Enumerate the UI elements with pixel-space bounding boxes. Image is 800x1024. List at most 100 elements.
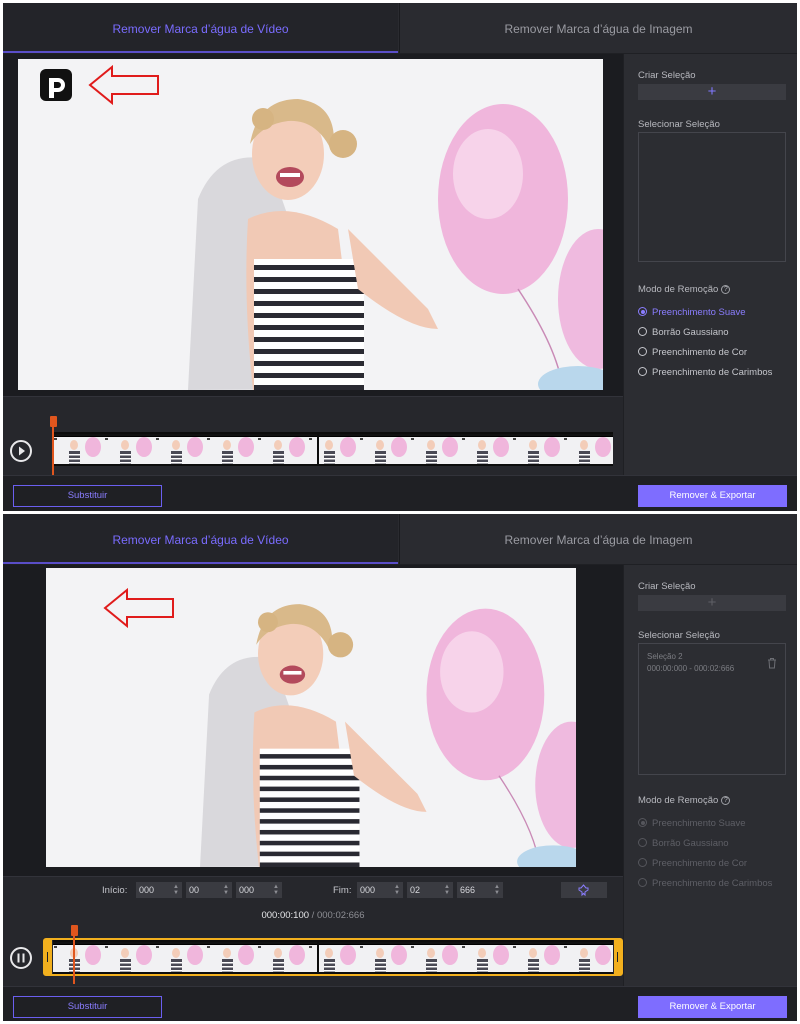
video-frame[interactable]	[18, 59, 603, 390]
playhead-handle[interactable]	[50, 416, 57, 427]
plus-icon: +	[707, 594, 717, 611]
editor-window-before: Remover Marca d’água de Vídeo Remover Ma…	[3, 3, 797, 511]
removal-mode-label: Modo de Remoção?	[638, 284, 731, 295]
timeline-frame	[155, 436, 207, 464]
bottom-bar: Substituir Remover & Exportar	[3, 475, 797, 511]
mode-smooth-fill[interactable]: Preenchimento Suave	[638, 817, 745, 831]
range-start-handle[interactable]	[44, 940, 52, 974]
timeline-frame	[563, 944, 613, 972]
timeline-frame	[512, 944, 564, 972]
mode-stamp-fill[interactable]: Preenchimento de Carimbos	[638, 877, 772, 891]
video-preview	[3, 54, 623, 396]
timeline-frame	[359, 436, 411, 464]
filmstrip-divider	[317, 942, 319, 972]
mode-stamp-fill[interactable]: Preenchimento de Carimbos	[638, 366, 772, 380]
help-icon[interactable]: ?	[721, 285, 731, 294]
timeline-frame	[104, 944, 156, 972]
tab-image-watermark[interactable]: Remover Marca d’água de Imagem	[399, 3, 797, 53]
selection-list[interactable]	[638, 132, 786, 262]
timeline-frame	[512, 436, 564, 464]
end-seconds-input[interactable]: 02 ▲ ▼	[407, 882, 453, 898]
start-label: Início:	[102, 885, 128, 896]
range-end-handle[interactable]	[614, 940, 622, 974]
create-selection-label: Criar Seleção	[638, 581, 696, 592]
pause-button[interactable]	[10, 947, 32, 969]
timeline-frame	[461, 944, 513, 972]
time-range-controls: Início: 000 ▲ ▼ 00 ▲ ▼ 000 ▲ ▼ Fim: 000 ▲ ▼ 02 ▲ ▼…	[3, 876, 623, 904]
end-hours-input[interactable]: 000 ▲ ▼	[357, 882, 403, 898]
mode-color-fill[interactable]: Preenchimento de Cor	[638, 346, 747, 360]
selection-item-range: 000:00:000 - 000:02:666	[647, 664, 735, 673]
radio-icon	[638, 327, 647, 336]
create-selection-label: Criar Seleção	[638, 70, 696, 81]
pause-icon	[17, 953, 25, 963]
timeline-frame	[410, 436, 462, 464]
pin-button[interactable]	[561, 882, 607, 898]
remove-export-button[interactable]: Remover & Exportar	[638, 485, 787, 507]
mode-gaussian-blur[interactable]: Borrão Gaussiano	[638, 837, 729, 851]
playhead-handle[interactable]	[71, 925, 78, 936]
selection-list: Seleção 2 000:00:000 - 000:02:666	[638, 643, 786, 775]
bottom-bar: Substituir Remover & Exportar	[3, 986, 797, 1021]
radio-selected-icon	[638, 307, 647, 316]
create-selection-button[interactable]: +	[638, 595, 786, 611]
start-seconds-input[interactable]: 00 ▲ ▼	[186, 882, 232, 898]
mode-smooth-fill[interactable]: Preenchimento Suave	[638, 306, 745, 320]
timeline-frame	[53, 436, 105, 464]
timeline-thumbnails[interactable]	[53, 940, 613, 974]
create-selection-button[interactable]: +	[638, 84, 786, 100]
tab-video-watermark[interactable]: Remover Marca d’água de Vídeo	[3, 3, 398, 53]
tab-bar: Remover Marca d’água de Vídeo Remover Ma…	[3, 3, 797, 53]
start-hours-input[interactable]: 000 ▲ ▼	[136, 882, 182, 898]
stepper-icon[interactable]: ▲ ▼	[494, 884, 500, 896]
radio-icon	[638, 367, 647, 376]
timeline-frame	[257, 944, 309, 972]
timeline-panel	[3, 396, 623, 475]
timeline-frame	[257, 436, 309, 464]
remove-export-button[interactable]: Remover & Exportar	[638, 996, 787, 1018]
end-ms-input[interactable]: 666 ▲ ▼	[457, 882, 503, 898]
plus-icon: +	[707, 83, 717, 100]
video-preview	[3, 565, 623, 876]
selection-item-name[interactable]: Seleção 2	[647, 652, 683, 661]
radio-icon	[638, 878, 647, 887]
timeline-frame	[104, 436, 156, 464]
start-ms-input[interactable]: 000 ▲ ▼	[236, 882, 282, 898]
stepper-icon[interactable]: ▲ ▼	[223, 884, 229, 896]
play-button[interactable]	[10, 440, 32, 462]
settings-sidebar: Criar Seleção + Selecionar Seleção Modo …	[624, 54, 797, 475]
mode-gaussian-blur[interactable]: Borrão Gaussiano	[638, 326, 729, 340]
video-image	[18, 59, 603, 390]
timeline-frame	[410, 944, 462, 972]
trash-icon[interactable]	[767, 657, 777, 669]
timeline-frame	[359, 944, 411, 972]
radio-icon	[638, 858, 647, 867]
red-arrow-icon	[88, 65, 159, 105]
tab-image-watermark[interactable]: Remover Marca d’água de Imagem	[399, 514, 797, 564]
stepper-icon[interactable]: ▲ ▼	[394, 884, 400, 896]
timeline-thumbnails[interactable]	[53, 432, 613, 466]
help-icon[interactable]: ?	[721, 796, 731, 805]
timeline-frame	[308, 944, 360, 972]
timeline-frame	[563, 436, 613, 464]
mode-color-fill[interactable]: Preenchimento de Cor	[638, 857, 747, 871]
tab-video-watermark[interactable]: Remover Marca d’água de Vídeo	[3, 514, 398, 564]
timeline-frame	[206, 436, 258, 464]
select-selection-label: Selecionar Seleção	[638, 119, 720, 130]
substituir-button[interactable]: Substituir	[13, 485, 162, 507]
settings-sidebar: Criar Seleção + Selecionar Seleção Seleç…	[624, 565, 797, 986]
stepper-icon[interactable]: ▲ ▼	[273, 884, 279, 896]
select-selection-label: Selecionar Seleção	[638, 630, 720, 641]
play-icon	[19, 446, 25, 456]
playback-time: 000:00:100 / 000:02:666	[261, 910, 365, 921]
radio-icon	[638, 838, 647, 847]
timeline-frame	[308, 436, 360, 464]
stepper-icon[interactable]: ▲ ▼	[173, 884, 179, 896]
timeline-frame	[206, 944, 258, 972]
radio-icon	[638, 347, 647, 356]
tab-bar: Remover Marca d’água de Vídeo Remover Ma…	[3, 514, 797, 564]
stepper-icon[interactable]: ▲ ▼	[444, 884, 450, 896]
end-label: Fim:	[333, 885, 352, 896]
filmstrip-divider	[317, 434, 319, 464]
substituir-button[interactable]: Substituir	[13, 996, 162, 1018]
